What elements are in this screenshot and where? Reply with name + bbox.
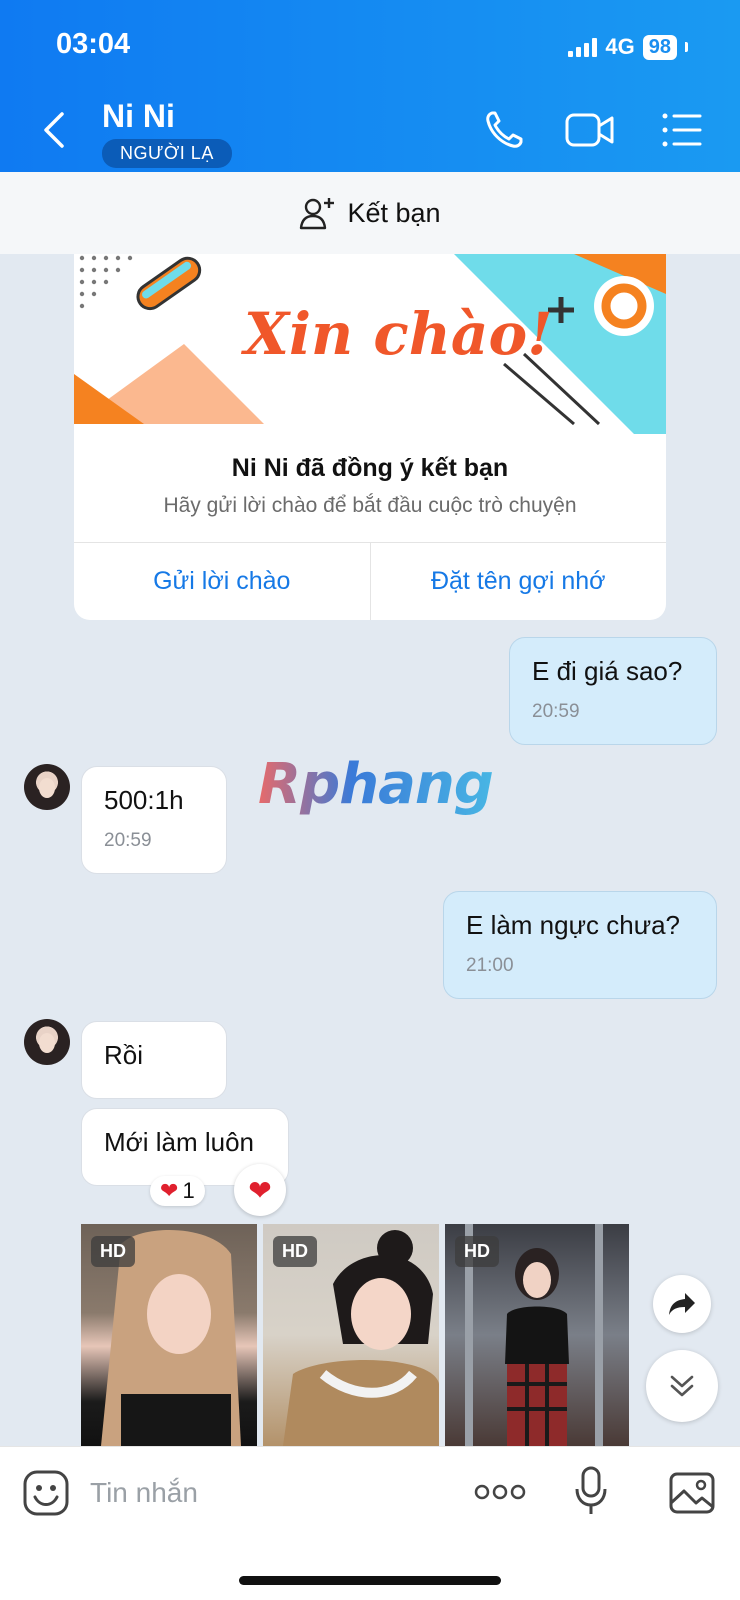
add-user-icon <box>300 198 335 230</box>
message-time: 20:59 <box>104 830 152 851</box>
message-bubble-outgoing[interactable]: E làm ngực chưa? 21:00 <box>443 891 717 999</box>
message-text: Rồi <box>104 1040 144 1070</box>
back-button[interactable] <box>36 108 72 152</box>
contact-avatar[interactable] <box>24 764 70 810</box>
microphone-icon <box>575 1466 607 1514</box>
photo-thumbnail[interactable]: HD <box>81 1224 257 1446</box>
status-time: 03:04 <box>56 28 131 60</box>
image-icon <box>669 1472 715 1514</box>
chat-header: 03:04 4G 98 Ni Ni NGƯỜI LẠ <box>0 0 740 172</box>
voice-message-button[interactable] <box>574 1465 608 1522</box>
photo-thumbnail[interactable]: HD <box>263 1224 439 1446</box>
sticker-button[interactable] <box>22 1469 70 1522</box>
message-text: 500:1h <box>104 785 184 815</box>
home-indicator <box>239 1576 501 1585</box>
reaction-summary[interactable]: ❤ 1 <box>150 1176 205 1206</box>
contact-avatar[interactable] <box>24 1019 70 1065</box>
scroll-to-bottom-button[interactable] <box>646 1350 718 1422</box>
list-menu-icon <box>662 113 702 147</box>
more-dots-icon <box>474 1484 526 1500</box>
stranger-badge: NGƯỜI LẠ <box>102 139 232 168</box>
options-button[interactable] <box>660 108 704 157</box>
image-picker-button[interactable] <box>668 1471 716 1520</box>
message-time: 20:59 <box>532 701 580 722</box>
message-text: Mới làm luôn <box>104 1127 254 1157</box>
battery-icon <box>685 42 688 52</box>
message-input[interactable]: Tin nhắn <box>90 1477 198 1509</box>
reaction-count: 1 <box>182 1178 195 1203</box>
signal-icon <box>568 37 598 57</box>
video-camera-icon <box>565 113 614 147</box>
add-friend-button[interactable]: Kết bạn <box>0 172 740 254</box>
heart-icon: ❤ <box>160 1178 179 1203</box>
hd-badge: HD <box>455 1236 499 1267</box>
friend-accepted-card: Xin chào! Ni Ni đã đồng ý kết bạn Hãy gử… <box>74 254 666 620</box>
phone-icon <box>486 111 523 148</box>
heart-icon: ❤ <box>248 1174 272 1206</box>
welcome-banner: Xin chào! <box>74 254 666 434</box>
voice-call-button[interactable] <box>482 108 526 157</box>
forward-button[interactable] <box>653 1275 711 1333</box>
react-button[interactable]: ❤ <box>234 1164 286 1216</box>
network-type: 4G <box>605 34 635 59</box>
contact-name[interactable]: Ni Ni <box>102 98 175 135</box>
double-chevron-down-icon <box>670 1375 694 1397</box>
banner-greeting: Xin chào! <box>244 300 553 368</box>
add-friend-label: Kết bạn <box>347 197 441 228</box>
chevron-left-icon <box>44 112 64 148</box>
hd-badge: HD <box>91 1236 135 1267</box>
more-options-button[interactable] <box>474 1481 526 1508</box>
card-actions: Gửi lời chào Đặt tên gợi nhớ <box>74 542 666 620</box>
message-bubble-incoming[interactable]: Rồi <box>81 1021 227 1099</box>
hd-badge: HD <box>273 1236 317 1267</box>
card-subtitle: Hãy gửi lời chào để bắt đầu cuộc trò chu… <box>163 494 577 517</box>
card-title: Ni Ni đã đồng ý kết bạn <box>231 454 509 482</box>
photo-thumbnail[interactable]: HD <box>445 1224 629 1446</box>
battery-level: 98 <box>642 34 677 60</box>
share-arrow-icon <box>669 1293 695 1315</box>
message-time: 21:00 <box>466 955 514 976</box>
send-greeting-button[interactable]: Gửi lời chào <box>74 543 371 620</box>
set-nickname-button[interactable]: Đặt tên gợi nhớ <box>371 543 667 620</box>
emoji-icon <box>23 1470 69 1516</box>
watermark: Rphang <box>258 752 494 817</box>
message-text: E làm ngực chưa? <box>466 910 681 940</box>
message-bubble-incoming[interactable]: 500:1h 20:59 <box>81 766 227 874</box>
message-bubble-outgoing[interactable]: E đi giá sao? 20:59 <box>509 637 717 745</box>
message-text: E đi giá sao? <box>532 656 683 686</box>
video-call-button[interactable] <box>564 108 616 157</box>
status-indicators: 4G 98 <box>568 34 688 60</box>
